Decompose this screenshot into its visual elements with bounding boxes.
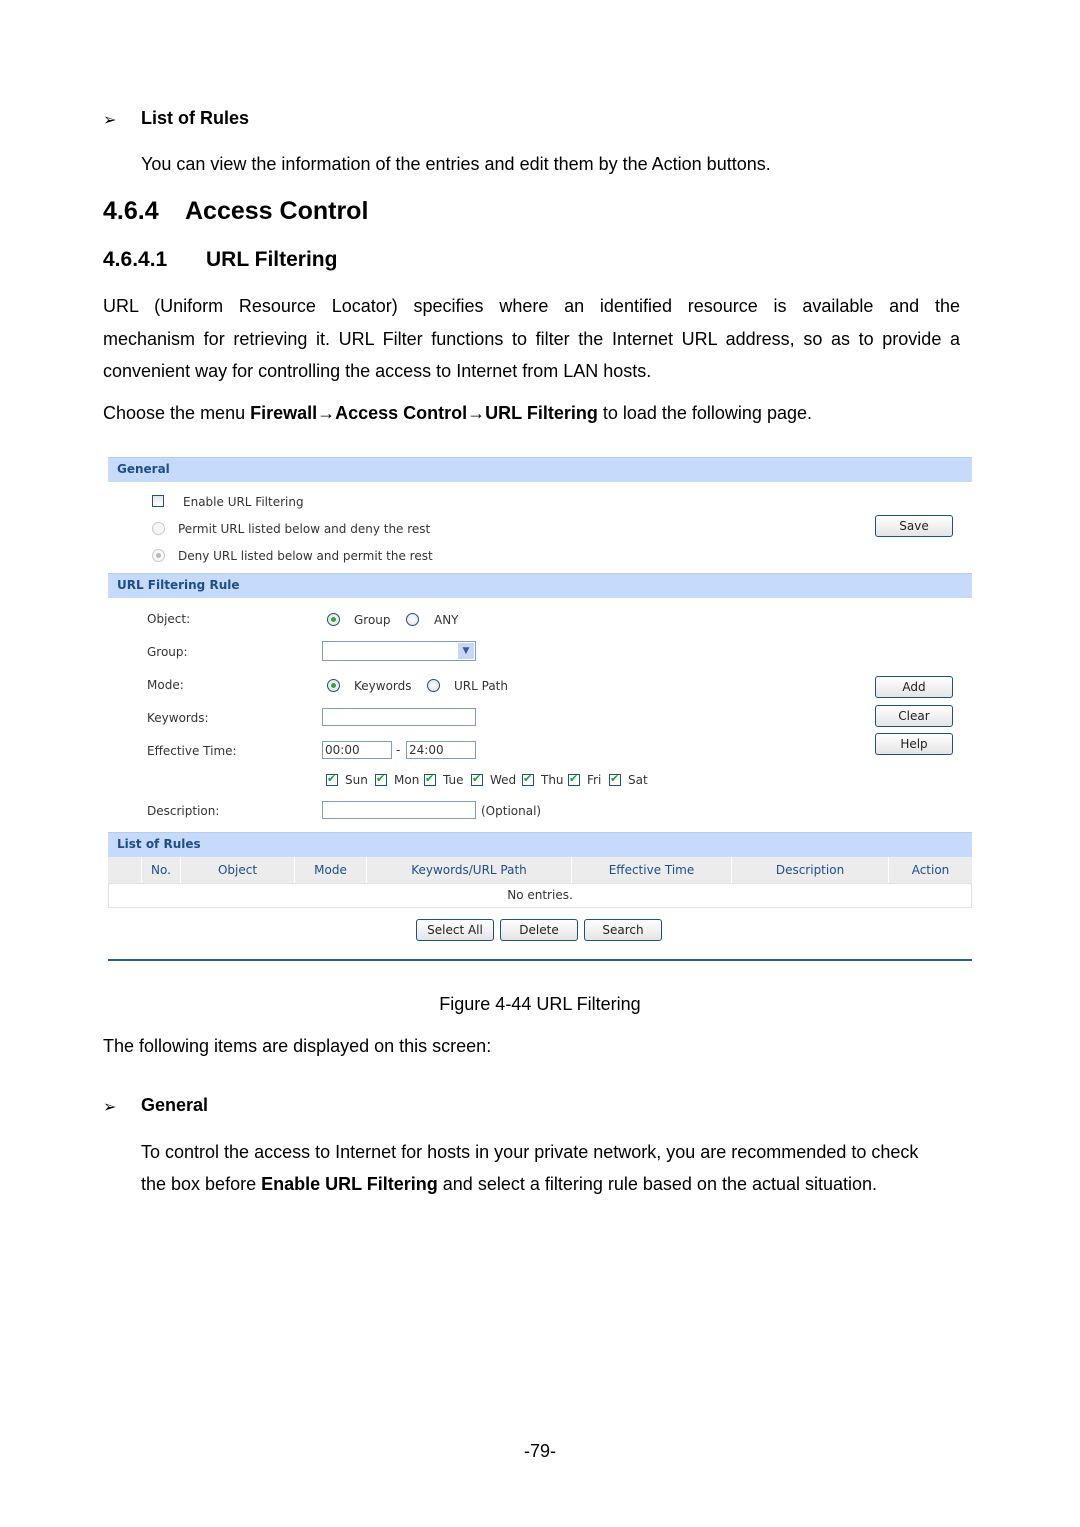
effective-time-label: Effective Time: [147, 744, 237, 758]
intro-line-1: URL (Uniform Resource Locator) specifies… [103, 296, 960, 316]
rule-title: URL Filtering Rule [117, 578, 240, 592]
save-button[interactable]: Save [875, 515, 953, 537]
day-label-fri: Fri [587, 773, 602, 787]
column-header-mode: Mode [295, 857, 367, 883]
select-all-button[interactable]: Select All [416, 919, 494, 941]
column-header-no: No. [142, 857, 181, 883]
enable-url-filtering-checkbox[interactable] [152, 495, 164, 507]
list-of-rules-text: You can view the information of the entr… [141, 154, 771, 174]
no-entries-text: No entries. [507, 888, 573, 902]
description-hint: (Optional) [481, 804, 542, 818]
rule-section-header: URL Filtering Rule [108, 573, 972, 598]
help-button[interactable]: Help [875, 733, 953, 755]
subsection-number: 4.6.4.1 [103, 248, 168, 271]
mode-keywords-radio[interactable] [327, 679, 340, 692]
general-title: General [117, 462, 170, 476]
day-label-sun: Sun [345, 773, 368, 787]
menu-prefix: Choose the menu [103, 403, 251, 423]
column-header-description: Description [732, 857, 889, 883]
day-checkbox-fri[interactable] [568, 772, 580, 786]
search-button[interactable]: Search [584, 919, 662, 941]
time-start-input[interactable] [322, 741, 392, 759]
menu-instruction: Choose the menu Firewall→Access Control→… [103, 403, 812, 423]
object-any-radio[interactable] [406, 613, 419, 626]
day-label-mon: Mon [394, 773, 420, 787]
general-section-header: General [108, 457, 972, 482]
section-title: Access Control [185, 197, 369, 225]
items-intro: The following items are displayed on thi… [103, 1036, 492, 1056]
day-label-tue: Tue [443, 773, 464, 787]
section-number: 4.6.4 [103, 197, 159, 225]
rules-table-header: No. Object Mode Keywords/URL Path Effect… [108, 857, 972, 883]
column-header-object: Object [181, 857, 295, 883]
menu-suffix: to load the following page. [597, 403, 812, 423]
time-separator: - [396, 743, 401, 757]
group-select[interactable]: ▼ [322, 641, 476, 661]
rules-table-empty-row: No entries. [108, 883, 972, 908]
figure-bottom-border [108, 959, 972, 961]
add-button[interactable]: Add [875, 676, 953, 698]
intro-line-2: mechanism for retrieving it. URL Filter … [103, 329, 960, 349]
day-checkbox-sun[interactable] [326, 772, 338, 786]
enable-url-filtering-label: Enable URL Filtering [183, 495, 304, 509]
bullet-arrow-icon: ➢ [103, 112, 117, 129]
clear-button[interactable]: Clear [875, 705, 953, 727]
keywords-input[interactable] [322, 708, 476, 726]
page-number: -79- [523, 1441, 556, 1461]
day-label-wed: Wed [490, 773, 517, 787]
delete-button[interactable]: Delete [500, 919, 578, 941]
day-checkbox-wed[interactable] [471, 772, 483, 786]
mode-label: Mode: [147, 678, 184, 692]
column-header-effective-time: Effective Time [572, 857, 732, 883]
general-line-2: the box before Enable URL Filtering and … [141, 1174, 877, 1194]
time-end-input[interactable] [406, 741, 476, 759]
bullet-arrow-icon: ➢ [103, 1099, 117, 1116]
list-title: List of Rules [117, 837, 201, 851]
day-checkbox-mon[interactable] [375, 772, 387, 786]
deny-rule-radio[interactable] [152, 549, 165, 562]
subsection-title: URL Filtering [206, 248, 338, 271]
chevron-down-icon[interactable]: ▼ [458, 643, 474, 659]
general-line-2-suffix: and select a filtering rule based on the… [437, 1174, 878, 1194]
description-label: Description: [147, 804, 220, 818]
day-label-sat: Sat [628, 773, 648, 787]
day-label-thu: Thu [541, 773, 564, 787]
object-label: Object: [147, 612, 191, 626]
description-input[interactable] [322, 801, 476, 819]
day-checkbox-sat[interactable] [609, 772, 621, 786]
permit-rule-label: Permit URL listed below and deny the res… [178, 522, 431, 536]
column-header-keywords: Keywords/URL Path [367, 857, 572, 883]
general-line-2-bold: Enable URL Filtering [261, 1174, 438, 1194]
column-header-select [108, 857, 142, 883]
menu-path: Firewall→Access Control→URL Filtering [250, 403, 598, 423]
day-checkbox-tue[interactable] [424, 772, 436, 786]
mode-urlpath-label: URL Path [454, 679, 508, 693]
intro-line-3: convenient way for controlling the acces… [103, 361, 652, 381]
deny-rule-label: Deny URL listed below and permit the res… [178, 549, 433, 563]
object-group-radio[interactable] [327, 613, 340, 626]
column-header-action: Action [911, 863, 950, 877]
object-group-label: Group [354, 613, 391, 627]
url-filtering-screenshot: General Enable URL Filtering Permit URL … [108, 457, 972, 962]
list-of-rules-heading: List of Rules [141, 108, 250, 128]
mode-urlpath-radio[interactable] [427, 679, 440, 692]
object-any-label: ANY [434, 613, 459, 627]
general-line-2-prefix: the box before [141, 1174, 262, 1194]
general-line-1: To control the access to Internet for ho… [141, 1142, 919, 1162]
figure-caption: Figure 4-44 URL Filtering [439, 994, 641, 1014]
list-section-header: List of Rules [108, 832, 972, 857]
mode-keywords-label: Keywords [354, 679, 412, 693]
group-label: Group: [147, 645, 188, 659]
day-checkbox-thu[interactable] [522, 772, 534, 786]
keywords-label: Keywords: [147, 711, 209, 725]
general-heading: General [141, 1095, 209, 1115]
permit-rule-radio[interactable] [152, 522, 165, 535]
